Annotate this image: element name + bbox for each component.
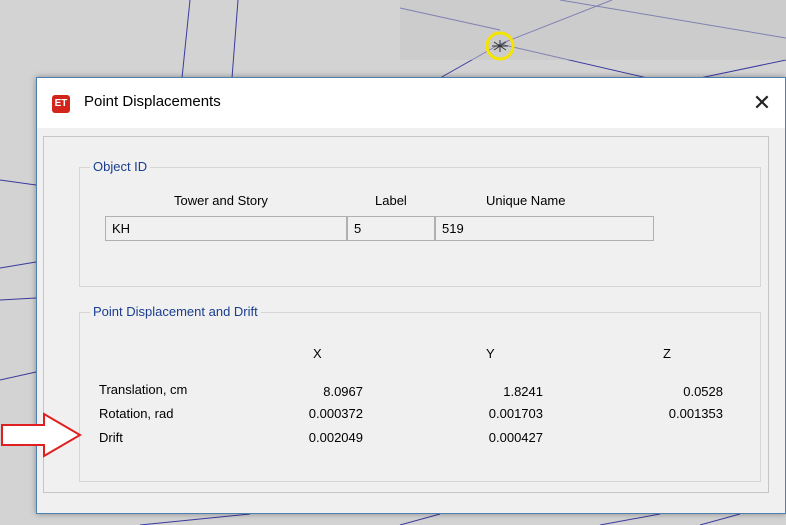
label-field: 5 bbox=[347, 216, 435, 241]
displacement-group: Point Displacement and Drift X Y Z Trans… bbox=[79, 304, 761, 482]
label-header: Label bbox=[375, 193, 407, 208]
tower-story-header: Tower and Story bbox=[174, 193, 268, 208]
etabs-app-icon: ET bbox=[52, 95, 70, 113]
content-panel: Object ID Tower and Story Label Unique N… bbox=[43, 136, 769, 493]
column-header-y: Y bbox=[486, 346, 495, 361]
rotation-z: 0.001353 bbox=[668, 406, 723, 421]
object-id-group-label: Object ID bbox=[90, 159, 151, 174]
row-label-translation: Translation, cm bbox=[99, 382, 188, 397]
rotation-x: 0.000372 bbox=[308, 406, 363, 421]
unique-name-field: 519 bbox=[435, 216, 654, 241]
drift-y: 0.000427 bbox=[488, 430, 543, 445]
point-displacements-dialog: ET Point Displacements ✕ Object ID Tower… bbox=[36, 77, 786, 514]
row-label-drift: Drift bbox=[99, 430, 123, 445]
unique-name-header: Unique Name bbox=[486, 193, 566, 208]
displacement-group-label: Point Displacement and Drift bbox=[90, 304, 261, 319]
tower-story-field: KH bbox=[105, 216, 347, 241]
translation-x: 8.0967 bbox=[323, 384, 363, 399]
object-id-group: Object ID Tower and Story Label Unique N… bbox=[79, 159, 761, 287]
annotation-arrow-icon bbox=[1, 412, 82, 458]
column-header-z: Z bbox=[663, 346, 671, 361]
rotation-y: 0.001703 bbox=[488, 406, 543, 421]
row-label-rotation: Rotation, rad bbox=[99, 406, 174, 421]
title-bar: ET Point Displacements ✕ bbox=[37, 78, 785, 128]
dialog-title: Point Displacements bbox=[84, 93, 221, 110]
close-button[interactable]: ✕ bbox=[739, 78, 785, 128]
column-header-x: X bbox=[313, 346, 322, 361]
translation-z: 0.0528 bbox=[683, 384, 723, 399]
translation-y: 1.8241 bbox=[503, 384, 543, 399]
drift-x: 0.002049 bbox=[308, 430, 363, 445]
